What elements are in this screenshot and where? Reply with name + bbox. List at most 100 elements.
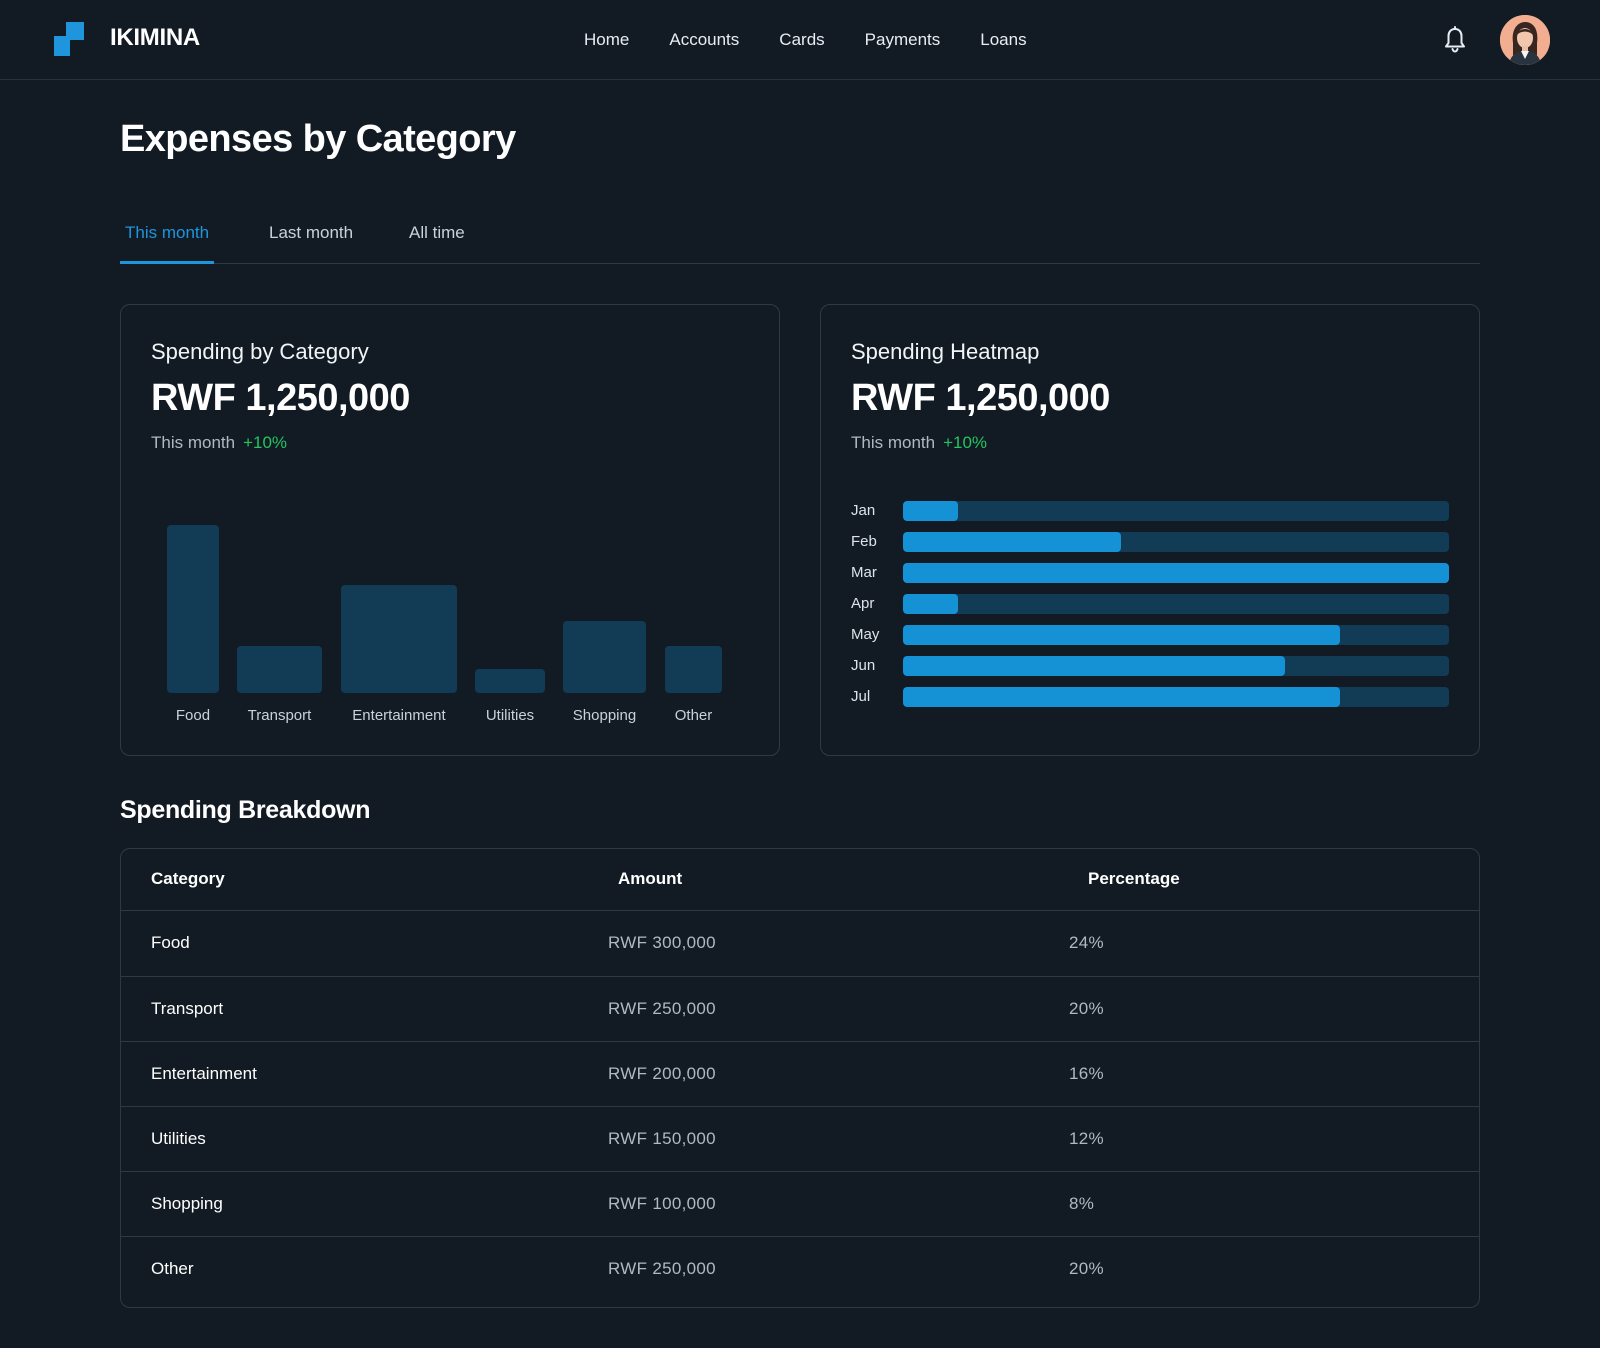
cell-amount: RWF 250,000 [608, 1259, 716, 1278]
card-amount: RWF 1,250,000 [851, 377, 1110, 419]
heatmap-month-label: Feb [851, 533, 877, 550]
table-header: Category Amount Percentage [121, 849, 1479, 911]
bar-label: Food [175, 707, 211, 724]
bar-label: Utilities [485, 707, 535, 724]
bar-transport[interactable] [237, 645, 322, 693]
bar-label: Transport [247, 707, 312, 724]
table-row[interactable]: Shopping RWF 100,000 8% [121, 1171, 1479, 1237]
cell-percentage: 20% [1069, 999, 1104, 1018]
cell-category: Other [151, 1259, 194, 1278]
card-title: Spending Heatmap [851, 339, 1040, 364]
heatmap-row: Apr [851, 594, 1451, 614]
heatmap-track [903, 594, 1449, 614]
card-delta: +10% [943, 433, 988, 452]
nav-loans[interactable]: Loans [980, 28, 1026, 52]
bar-utilities[interactable] [475, 669, 545, 693]
bell-icon[interactable] [1443, 26, 1467, 54]
breakdown-table: Category Amount Percentage Food RWF 300,0… [120, 848, 1480, 1308]
user-avatar[interactable] [1500, 15, 1550, 65]
nav-home[interactable]: Home [584, 28, 629, 52]
cell-percentage: 20% [1069, 1259, 1104, 1278]
card-subtitle: This month +10% [851, 433, 987, 453]
tab-all-time[interactable]: All time [404, 218, 470, 264]
card-delta: +10% [243, 433, 288, 452]
cell-amount: RWF 300,000 [608, 933, 716, 952]
heatmap-track [903, 656, 1449, 676]
heatmap-month-label: Jun [851, 657, 876, 674]
bar-shopping[interactable] [563, 620, 646, 693]
heatmap-row: Jan [851, 501, 1451, 521]
cell-percentage: 8% [1069, 1194, 1095, 1213]
heatmap-month-label: Jul [851, 688, 871, 705]
heatmap-row: Mar [851, 563, 1451, 583]
bar-label: Other [674, 707, 713, 724]
breakdown-title: Spending Breakdown [120, 796, 371, 824]
cell-percentage: 16% [1069, 1064, 1104, 1083]
heatmap-track [903, 532, 1449, 552]
period-tabs: This month Last month All time [120, 210, 1480, 264]
cell-amount: RWF 200,000 [608, 1064, 716, 1083]
nav-accounts[interactable]: Accounts [669, 28, 739, 52]
card-subtitle: This month +10% [151, 433, 287, 453]
cell-amount: RWF 100,000 [608, 1194, 716, 1213]
avatar-portrait-icon [1500, 15, 1550, 65]
table-row[interactable]: Food RWF 300,000 24% [121, 911, 1479, 977]
heatmap-bar-feb[interactable] [903, 532, 1122, 552]
heatmap-bar-jul[interactable] [903, 687, 1340, 707]
heatmap-bar-may[interactable] [903, 625, 1340, 645]
card-title: Spending by Category [151, 339, 369, 364]
cell-percentage: 12% [1069, 1129, 1104, 1148]
bar-entertainment[interactable] [341, 585, 457, 693]
logo-icon[interactable] [54, 22, 84, 56]
heatmap-row: Feb [851, 532, 1451, 552]
monthly-heatmap-chart: Jan Feb Mar Apr May Jun Jul [851, 501, 1451, 721]
tab-last-month[interactable]: Last month [264, 218, 358, 264]
nav-payments[interactable]: Payments [865, 28, 941, 52]
table-row[interactable]: Transport RWF 250,000 20% [121, 976, 1479, 1042]
heatmap-track [903, 563, 1449, 583]
spending-by-category-card: Spending by Category RWF 1,250,000 This … [120, 304, 780, 756]
cell-category: Shopping [151, 1194, 223, 1213]
heatmap-track [903, 501, 1449, 521]
card-period: This month [151, 433, 236, 452]
heatmap-month-label: Jan [851, 502, 876, 519]
table-row[interactable]: Entertainment RWF 200,000 16% [121, 1041, 1479, 1107]
col-amount: Amount [618, 869, 683, 888]
heatmap-row: Jul [851, 687, 1451, 707]
col-percentage: Percentage [1088, 869, 1180, 888]
main-nav: Home Accounts Cards Payments Loans [584, 28, 1027, 52]
spending-heatmap-card: Spending Heatmap RWF 1,250,000 This mont… [820, 304, 1480, 756]
cell-amount: RWF 150,000 [608, 1129, 716, 1148]
heatmap-bar-jun[interactable] [903, 656, 1286, 676]
heatmap-month-label: Mar [851, 564, 877, 581]
nav-cards[interactable]: Cards [779, 28, 824, 52]
bar-food[interactable] [167, 525, 219, 693]
cell-percentage: 24% [1069, 933, 1104, 952]
heatmap-row: Jun [851, 656, 1451, 676]
cell-amount: RWF 250,000 [608, 999, 716, 1018]
card-period: This month [851, 433, 936, 452]
bar-label: Shopping [572, 707, 637, 724]
heatmap-track [903, 625, 1449, 645]
bar-label: Entertainment [352, 707, 446, 724]
heatmap-track [903, 687, 1449, 707]
cell-category: Food [151, 933, 190, 952]
bar-other[interactable] [665, 645, 722, 693]
col-category: Category [151, 869, 225, 888]
category-bar-chart: Food Transport Entertainment Utilities Shopp… [151, 505, 751, 725]
heatmap-bar-apr[interactable] [903, 594, 958, 614]
card-amount: RWF 1,250,000 [151, 377, 410, 419]
cell-category: Entertainment [151, 1064, 257, 1083]
table-row[interactable]: Utilities RWF 150,000 12% [121, 1106, 1479, 1172]
heatmap-bar-jan[interactable] [903, 501, 958, 521]
heatmap-month-label: May [851, 626, 880, 643]
brand-name[interactable]: IKIMINA [110, 24, 200, 52]
top-navigation-bar: IKIMINA Home Accounts Cards Payments Loa… [0, 0, 1600, 80]
tab-this-month[interactable]: This month [120, 218, 215, 264]
cell-category: Utilities [151, 1129, 206, 1148]
heatmap-bar-mar[interactable] [903, 563, 1449, 583]
cell-category: Transport [151, 999, 224, 1018]
heatmap-month-label: Apr [851, 595, 875, 612]
table-row[interactable]: Other RWF 250,000 20% [121, 1236, 1479, 1302]
heatmap-row: May [851, 625, 1451, 645]
